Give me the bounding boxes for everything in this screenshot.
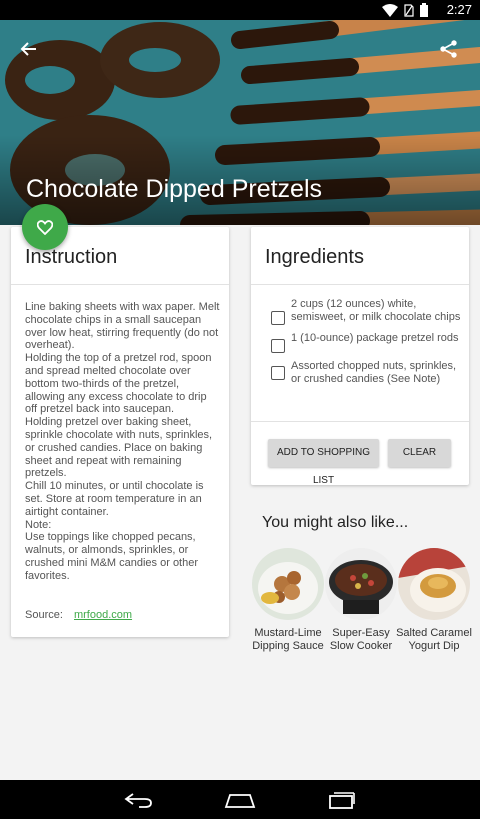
mustard-lime-photo — [252, 548, 324, 620]
no-sim-icon — [404, 3, 414, 17]
ingredient-checkbox[interactable] — [271, 311, 285, 325]
related-recipe-name: Yogurt Dip — [408, 640, 460, 652]
related-heading: You might also like... — [262, 514, 409, 531]
battery-icon — [420, 3, 428, 17]
recipe-title: Chocolate Dipped Pretzels — [26, 175, 322, 203]
related-recipe-name: Slow Cooker — [329, 640, 393, 652]
related-recipe-item[interactable]: Salted Caramel Yogurt Dip — [396, 548, 472, 653]
ingredient-item: 2 cups (12 ounces) white, semisweet, or … — [271, 298, 461, 325]
share-button[interactable] — [434, 34, 464, 64]
ingredient-checkbox[interactable] — [271, 339, 285, 353]
related-recipe-thumbnail — [398, 548, 470, 620]
nav-home-button[interactable] — [222, 789, 258, 811]
status-bar: 2:27 — [0, 0, 480, 20]
nav-recents-icon — [329, 792, 355, 809]
ingredients-divider — [251, 421, 469, 422]
source-label: Source: — [25, 609, 63, 621]
source-link[interactable]: mrfood.com — [74, 609, 132, 621]
ingredient-text: Assorted chopped nuts, sprinkles, or cru… — [291, 360, 457, 385]
related-recipe-name: Mustard-Lime — [254, 627, 322, 639]
related-recipe-item[interactable]: Super-Easy Slow Cooker — [323, 548, 399, 653]
back-button[interactable] — [14, 34, 44, 64]
ingredients-card: Ingredients 2 cups (12 ounces) white, se… — [251, 227, 469, 486]
favorite-button[interactable] — [22, 204, 68, 250]
nav-recents-button[interactable] — [324, 789, 360, 811]
ingredient-list: 2 cups (12 ounces) white, semisweet, or … — [271, 298, 461, 392]
wifi-icon — [382, 3, 398, 17]
slow-cooker-photo — [325, 548, 397, 620]
add-to-shopping-list-button[interactable]: ADD TO SHOPPING LIST — [268, 439, 379, 486]
nav-back-icon — [124, 793, 152, 808]
arrow-back-icon — [20, 42, 36, 56]
nav-back-button[interactable] — [120, 789, 156, 811]
instruction-card: Instruction Line baking sheets with wax … — [11, 227, 229, 637]
nav-home-icon — [224, 794, 256, 808]
share-icon — [440, 40, 457, 58]
ingredient-checkbox[interactable] — [271, 366, 285, 380]
related-recipe-thumbnail — [252, 548, 324, 620]
related-recipe-name: Super-Easy — [332, 627, 390, 639]
status-time: 2:27 — [446, 2, 472, 17]
ingredient-item: Assorted chopped nuts, sprinkles, or cru… — [271, 360, 461, 385]
recipe-hero-image: Chocolate Dipped Pretzels — [0, 20, 480, 225]
caramel-yogurt-photo — [398, 548, 470, 620]
source-line: Source: mrfood.com — [25, 609, 132, 621]
related-recipe-thumbnail — [325, 548, 397, 620]
related-recipe-name: Salted Caramel — [396, 627, 472, 639]
ingredient-text: 1 (10-ounce) package pretzel rods — [291, 332, 459, 344]
instruction-text: Line baking sheets with wax paper. Melt … — [25, 301, 220, 582]
ingredient-text: 2 cups (12 ounces) white, semisweet, or … — [291, 298, 461, 323]
related-recipe-item[interactable]: Mustard-Lime Dipping Sauce — [250, 548, 326, 653]
clear-button[interactable]: CLEAR — [388, 439, 451, 467]
ingredients-heading: Ingredients — [251, 227, 469, 285]
related-recipe-name: Dipping Sauce — [252, 640, 324, 652]
ingredient-item: 1 (10-ounce) package pretzel rods — [271, 332, 461, 353]
system-nav-bar — [0, 780, 480, 819]
heart-icon — [37, 219, 53, 235]
